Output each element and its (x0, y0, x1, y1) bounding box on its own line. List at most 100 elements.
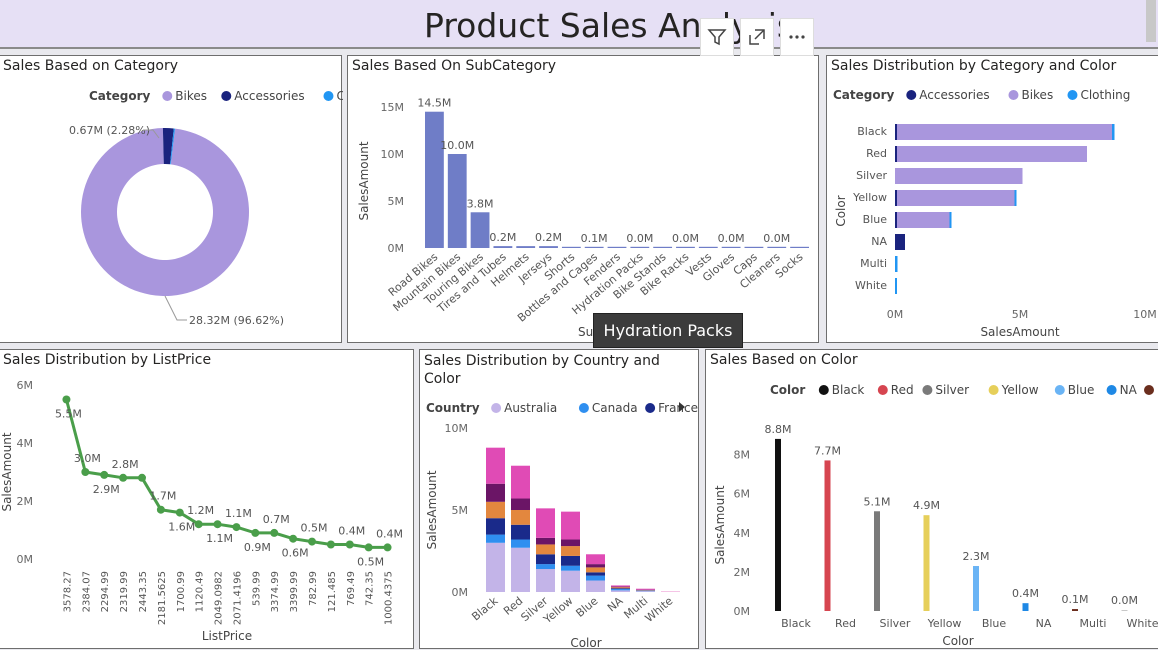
bar-segment (511, 548, 530, 592)
x-axis-title: Su (578, 325, 593, 339)
y-tick-label: 10M (445, 422, 469, 435)
bar (630, 247, 649, 248)
data-label: 14.5M (417, 97, 451, 110)
data-label: 0.4M (376, 527, 403, 540)
legend-title: Country (426, 401, 480, 415)
bar (676, 247, 695, 248)
x-tick-label: White (643, 594, 676, 625)
x-tick-label: 0M (887, 308, 904, 321)
bar-segment (586, 576, 605, 581)
data-point (365, 543, 373, 551)
bar-segment (586, 554, 605, 564)
y-tick-label: Blue (863, 213, 888, 226)
panel-country-color: Sales Distribution by Country and Color … (419, 349, 699, 649)
bar-segment (536, 554, 555, 564)
bar (1023, 603, 1029, 611)
bar (745, 247, 764, 248)
legend-item: France (658, 401, 698, 415)
bar (425, 112, 444, 248)
y-tick-label: Multi (860, 257, 887, 270)
x-tick-label: 1120.49 (195, 571, 206, 612)
x-tick-label: 2181.5625 (157, 571, 168, 625)
country-color-stacked-chart: CountryAustraliaCanadaFranceSalesAmount0… (420, 350, 700, 650)
y-axis-title: SalesAmount (0, 432, 14, 511)
data-label: 0.0M (672, 232, 699, 245)
panel-category: Sales Based on Category CategoryBikesAcc… (0, 55, 342, 343)
legend-item: Clothing (336, 89, 343, 103)
data-point (232, 523, 240, 531)
data-point (251, 529, 259, 537)
bar (585, 247, 604, 248)
legend-item: Bikes (1021, 88, 1053, 102)
bar-segment (611, 589, 630, 590)
x-tick-label: 1000.4375 (384, 571, 395, 625)
subcategory-bar-chart: SalesAmount0M5M10M15M14.5MRoad Bikes10.0… (348, 56, 820, 344)
data-label: 1.6M (168, 521, 195, 534)
data-point (214, 520, 222, 528)
category-color-bar-chart: CategoryAccessoriesBikesClothingColorBla… (827, 56, 1158, 344)
x-tick-label: 3399.99 (289, 571, 300, 612)
legend-marker (162, 91, 172, 101)
y-tick-label: 15M (381, 101, 405, 114)
legend-item: Accessories (919, 88, 989, 102)
legend-title: Category (833, 88, 895, 102)
y-tick-label: 0M (452, 586, 469, 599)
focus-mode-icon[interactable] (740, 18, 774, 56)
data-point (100, 471, 108, 479)
x-axis-title: Color (942, 634, 973, 648)
data-point (138, 474, 146, 482)
x-axis-title: SalesAmount (980, 325, 1059, 339)
filter-icon[interactable] (700, 18, 734, 56)
x-tick-label: 2319.99 (119, 571, 130, 612)
x-tick-label: 5M (1012, 308, 1029, 321)
x-tick-label: Black (469, 594, 501, 623)
bar-segment (611, 585, 630, 586)
data-label: 1.1M (225, 507, 252, 520)
data-label: 1.1M (206, 532, 233, 545)
bar-segment (586, 564, 605, 567)
x-tick-label: 2071.4196 (232, 571, 243, 625)
legend-marker (1008, 90, 1018, 100)
data-label: 0.2M (489, 231, 516, 244)
data-label: 2.3M (963, 550, 990, 563)
more-options-icon[interactable] (780, 18, 814, 56)
y-tick-label: Red (866, 147, 887, 160)
data-label: 28.32M (96.62%) (189, 314, 284, 327)
y-tick-label: 0M (17, 553, 34, 566)
data-label: 8.8M (765, 423, 792, 436)
legend-marker (1055, 385, 1065, 395)
y-tick-label: Yellow (852, 191, 887, 204)
legend-item: Canada (592, 401, 638, 415)
bar (562, 247, 581, 248)
data-point (62, 396, 70, 404)
x-tick-label: 2294.99 (100, 571, 111, 612)
y-tick-label: Silver (856, 169, 887, 182)
bar-segment (561, 571, 580, 592)
bar (973, 566, 979, 611)
bar (653, 247, 672, 248)
bar-segment (897, 212, 950, 228)
bar (471, 212, 490, 248)
y-axis-title: SalesAmount (357, 141, 371, 220)
data-point (195, 520, 203, 528)
bar (1072, 609, 1078, 611)
bar-segment (561, 546, 580, 556)
bar-segment (611, 590, 630, 592)
legend-item: Australia (504, 401, 557, 415)
x-tick-label: 10M (1133, 308, 1157, 321)
data-label: 0.0M (626, 232, 653, 245)
x-tick-label: Red (835, 617, 856, 630)
x-tick-label: 1700.99 (176, 571, 187, 612)
x-tick-label: Silver (880, 617, 911, 630)
legend-marker (1067, 90, 1077, 100)
bar-segment (586, 572, 605, 575)
bar (539, 246, 558, 248)
bar (722, 247, 741, 248)
bar-segment (561, 566, 580, 571)
scrollbar-thumb[interactable] (1146, 0, 1156, 42)
leader-line (165, 296, 187, 320)
y-tick-label: 4M (17, 437, 34, 450)
bar-segment (897, 190, 1015, 206)
legend-marker (1144, 385, 1154, 395)
bar-segment (895, 256, 898, 272)
